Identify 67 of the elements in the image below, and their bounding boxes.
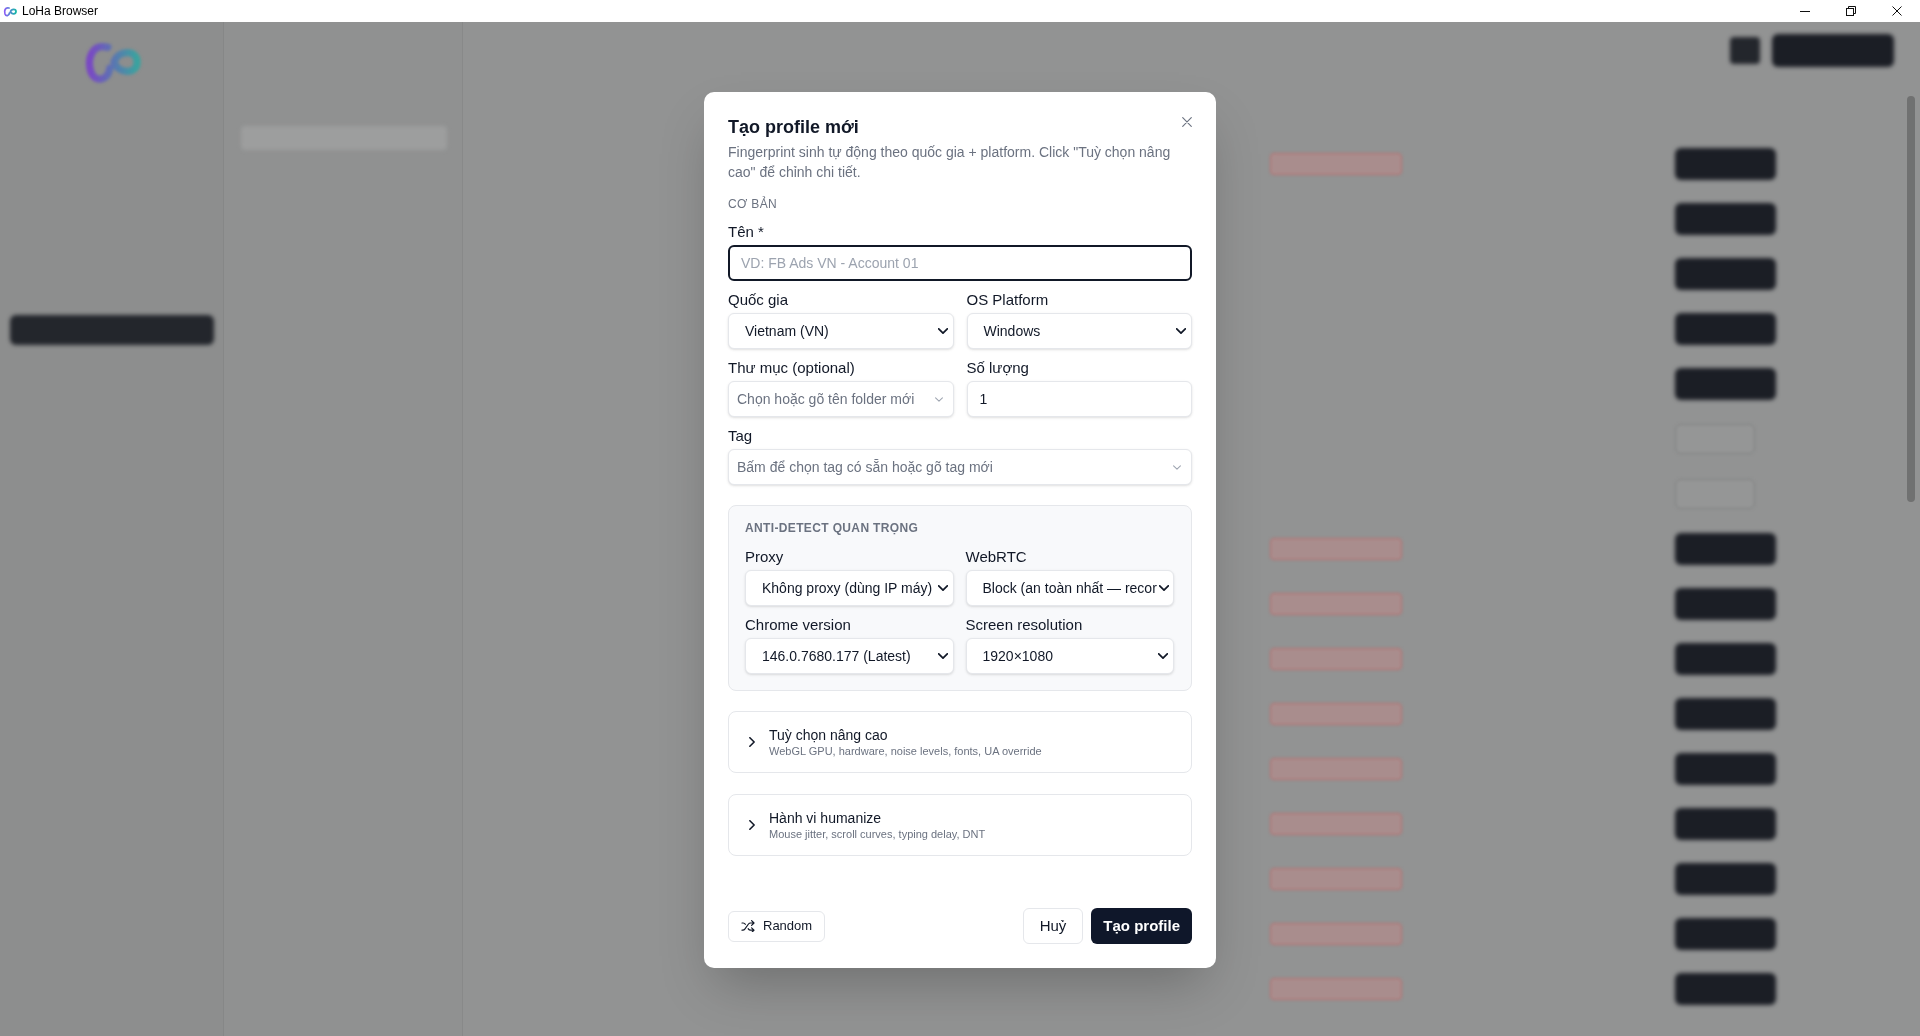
blurred-toolbar-button[interactable] <box>1772 34 1894 67</box>
chevron-down-icon <box>937 653 948 659</box>
section-heading: ANTI-DETECT QUAN TRỌNG <box>745 520 920 536</box>
random-button[interactable]: Random <box>728 910 826 942</box>
chevron-right-icon <box>749 737 755 747</box>
shuffle-icon <box>741 920 755 932</box>
blurred-row-button[interactable] <box>1675 202 1776 235</box>
blurred-row-button[interactable] <box>1675 257 1776 290</box>
panel-description: WebGL GPU, hardware, noise levels, fonts, UA override <box>769 744 1042 758</box>
chevron-down-icon <box>934 397 943 402</box>
app-logo-icon <box>3 5 17 17</box>
blurred-row-button[interactable] <box>1675 367 1776 400</box>
combobox-field[interactable]: Chọn hoặc gõ tên folder mới <box>728 381 954 417</box>
section-heading: CƠ BẢN <box>728 196 779 212</box>
blurred-row-button[interactable] <box>1675 147 1776 180</box>
close-icon[interactable] <box>1892 6 1902 16</box>
blurred-row-button[interactable] <box>1675 917 1776 950</box>
select-field[interactable]: Block (an toàn nhất — recor <box>965 570 1174 606</box>
collapsible-panel[interactable]: Tuỳ chọn nâng cao WebGL GPU, hardware, noise levels, fonts, UA override <box>728 711 1192 773</box>
field-label: Tag <box>728 426 754 446</box>
chevron-down-icon <box>937 328 948 334</box>
field-label: OS Platform <box>966 290 1050 310</box>
cancel-button[interactable]: Huỷ <box>1022 908 1084 944</box>
select-field[interactable]: Không proxy (dùng IP máy) <box>745 570 954 606</box>
blurred-row-button[interactable] <box>1675 752 1776 785</box>
chevron-down-icon <box>937 585 948 591</box>
select-field[interactable]: 146.0.7680.177 (Latest) <box>745 638 954 674</box>
field-label: Tên * <box>728 222 765 242</box>
blurred-row-button[interactable] <box>1675 807 1776 840</box>
chevron-down-icon <box>1176 328 1186 334</box>
dialog-title: Tạo profile mới <box>728 116 859 138</box>
blurred-icon-button[interactable] <box>1730 37 1760 64</box>
chevron-down-icon <box>1173 465 1181 470</box>
collapsible-panel[interactable]: Hành vi humanize Mouse jitter, scroll curves, typing delay, DNT <box>728 794 1192 856</box>
blurred-row-button[interactable] <box>1675 312 1776 345</box>
restore-icon[interactable] <box>1846 6 1856 16</box>
blurred-nav-item[interactable] <box>10 315 214 345</box>
text-input-field[interactable]: 1 <box>966 381 1192 417</box>
panel-description: Mouse jitter, scroll curves, typing delay, DNT <box>769 827 986 841</box>
field-label: Proxy <box>745 547 785 567</box>
minimize-icon[interactable] <box>1800 10 1810 12</box>
blurred-row-button[interactable] <box>1675 532 1776 565</box>
field-label: Screen resolution <box>965 615 1084 635</box>
blurred-row-button[interactable] <box>1675 972 1776 1005</box>
select-field[interactable]: 1920×1080 <box>965 638 1174 674</box>
select-field[interactable]: Windows <box>966 313 1192 349</box>
chevron-down-icon <box>1158 653 1168 659</box>
panel-title: Tuỳ chọn nâng cao <box>769 726 889 744</box>
panel-title: Hành vi humanize <box>769 809 883 827</box>
combobox-field[interactable]: Bấm để chọn tag có sẵn hoặc gõ tag mới <box>728 449 1192 485</box>
field-label: WebRTC <box>965 547 1028 567</box>
blurred-row-button[interactable] <box>1675 697 1776 730</box>
blurred-row-button[interactable] <box>1675 587 1776 620</box>
create-profile-button[interactable]: Tạo profile <box>1091 908 1192 944</box>
field-label: Số lượng <box>966 358 1030 378</box>
select-field[interactable]: Vietnam (VN) <box>728 313 954 349</box>
chevron-down-icon <box>1158 585 1169 591</box>
field-label: Thư mục (optional) <box>728 358 856 378</box>
blurred-row-button[interactable] <box>1675 862 1776 895</box>
scrollbar-thumb[interactable] <box>1907 96 1915 502</box>
text-input-field[interactable]: VD: FB Ads VN - Account 01 <box>728 245 1192 281</box>
dialog-description: Fingerprint sinh tự động theo quốc gia + platform. Click "Tuỳ chọn nâng cao" để chỉnh chi tiết. <box>728 143 1172 182</box>
chevron-right-icon <box>749 820 755 830</box>
blurred-row-button[interactable] <box>1675 642 1776 675</box>
window-title: LoHa Browser <box>22 5 99 17</box>
field-label: Quốc gia <box>728 290 790 310</box>
field-label: Chrome version <box>745 615 852 635</box>
